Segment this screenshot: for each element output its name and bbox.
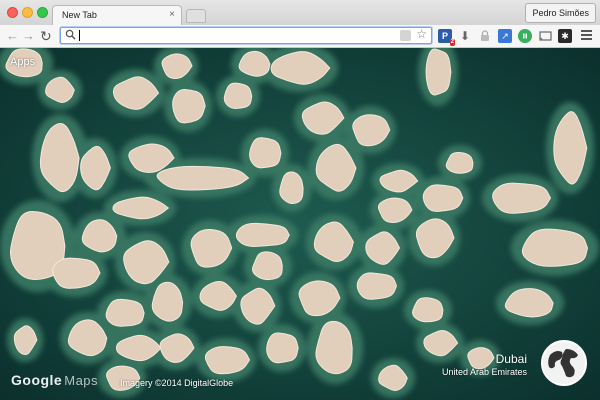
location-country[interactable]: United Arab Emirates [442, 367, 527, 377]
google-maps-logo: Google Maps [11, 372, 99, 388]
reload-icon[interactable]: ↻ [40, 28, 52, 44]
green-extension-icon[interactable] [518, 29, 532, 43]
download-icon[interactable]: ⬇ [458, 29, 472, 43]
satellite-image [0, 48, 600, 400]
page-action-icon[interactable] [400, 30, 411, 41]
bookmark-star-icon[interactable]: ☆ [416, 27, 427, 41]
search-icon [65, 29, 76, 40]
window-close-button[interactable] [7, 7, 18, 18]
tab-new-tab[interactable]: New Tab × [52, 5, 182, 25]
apps-shortcut[interactable]: Apps [10, 56, 35, 68]
profile-button[interactable]: Pedro Simões [525, 3, 596, 23]
island [235, 222, 290, 247]
cast-icon[interactable] [538, 29, 552, 43]
island [223, 82, 253, 110]
new-tab-button[interactable] [186, 9, 206, 23]
globe-icon[interactable] [540, 339, 588, 387]
location-city[interactable]: Dubai [496, 352, 527, 366]
island [172, 88, 206, 124]
lock-icon[interactable] [478, 29, 492, 43]
p-extension-icon[interactable]: P 2 [438, 29, 455, 46]
forward-arrow-icon[interactable]: → [22, 28, 35, 44]
island [492, 182, 552, 214]
island [521, 228, 589, 267]
island [425, 48, 452, 96]
extension-badge: 2 [449, 39, 455, 46]
island [356, 272, 398, 300]
back-arrow-icon[interactable]: ← [6, 28, 19, 44]
island [279, 171, 304, 205]
island [105, 298, 145, 327]
window-maximize-button[interactable] [37, 7, 48, 18]
window-minimize-button[interactable] [22, 7, 33, 18]
tab-title: New Tab [62, 10, 97, 20]
dark-extension-icon[interactable]: ✱ [558, 29, 572, 43]
tab-close-icon[interactable]: × [169, 9, 175, 20]
blue-extension-icon[interactable]: ↗ [498, 29, 512, 43]
address-input[interactable] [79, 29, 379, 42]
text-caret [79, 30, 80, 41]
map-background: Apps Google Maps Imagery ©2014 DigitalGlo… [0, 48, 600, 400]
island [422, 184, 464, 212]
hamburger-menu-icon[interactable] [581, 30, 592, 42]
imagery-credit: Imagery ©2014 DigitalGlobe [120, 378, 234, 388]
browser-toolbar: ← → ↻ ☆ P 2 ⬇ ↗ ✱ [0, 25, 600, 48]
tab-strip: New Tab × Pedro Simões [0, 0, 600, 25]
island [266, 332, 299, 364]
island [249, 137, 282, 169]
island [252, 251, 283, 281]
island [445, 151, 474, 174]
address-bar[interactable]: ☆ [60, 27, 432, 44]
island [412, 297, 444, 323]
